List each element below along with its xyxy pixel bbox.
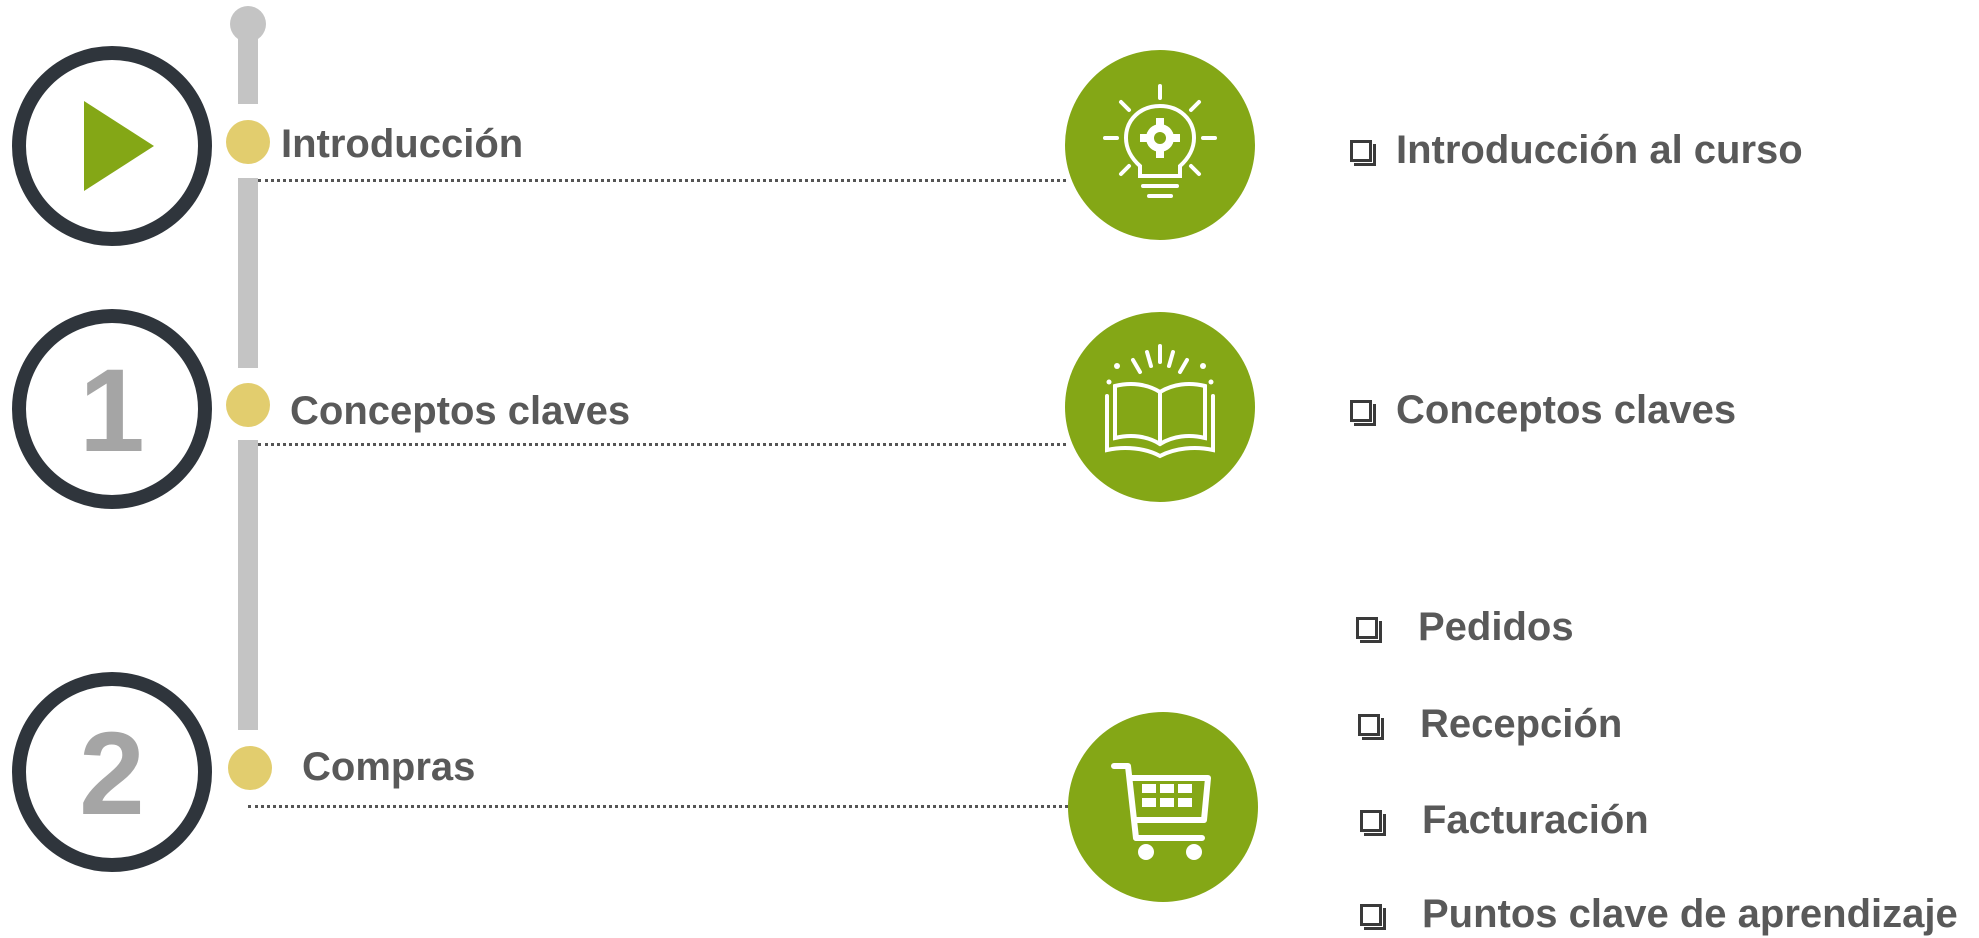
topic-item: Introducción al curso <box>1350 128 1803 173</box>
play-icon <box>84 101 154 191</box>
step-2-ring: 2 <box>12 672 212 872</box>
step-intro-ring <box>12 46 212 246</box>
timeline-segment <box>238 440 258 730</box>
checkbox-icon <box>1350 139 1376 166</box>
step-icon-circle <box>1068 712 1258 902</box>
timeline-segment <box>238 178 258 368</box>
lightbulb-gear-icon <box>1103 84 1217 198</box>
checkbox-icon <box>1360 903 1386 930</box>
topic-item: Recepción <box>1358 702 1622 747</box>
topic-item: Pedidos <box>1356 605 1574 650</box>
checkbox-icon <box>1358 713 1384 740</box>
step-label-concepts: Conceptos claves <box>290 389 631 433</box>
checkbox-icon <box>1350 399 1376 426</box>
connector-line <box>258 179 1066 182</box>
topic-item: Puntos clave de aprendizaje <box>1360 892 1958 937</box>
step-number: 2 <box>79 708 145 840</box>
topic-item: Conceptos claves <box>1350 388 1736 433</box>
step-1-ring: 1 <box>12 309 212 509</box>
step-label-intro: Introducción <box>281 122 524 166</box>
topic-item: Facturación <box>1360 798 1649 843</box>
step-label-purchases: Compras <box>302 745 476 789</box>
connector-line <box>248 805 1068 808</box>
timeline-dot-intro <box>226 120 270 164</box>
timeline-dot-concepts <box>226 383 270 427</box>
shopping-cart-icon <box>1111 763 1211 860</box>
step-icon-circle <box>1065 50 1255 240</box>
checkbox-icon <box>1356 616 1382 643</box>
step-icon-circle <box>1065 312 1255 502</box>
timeline-dot-purchases <box>228 746 272 790</box>
connector-line <box>258 443 1066 446</box>
checkbox-icon <box>1360 809 1386 836</box>
timeline-segment <box>238 36 258 104</box>
open-book-icon <box>1105 344 1215 459</box>
step-number: 1 <box>79 345 145 477</box>
